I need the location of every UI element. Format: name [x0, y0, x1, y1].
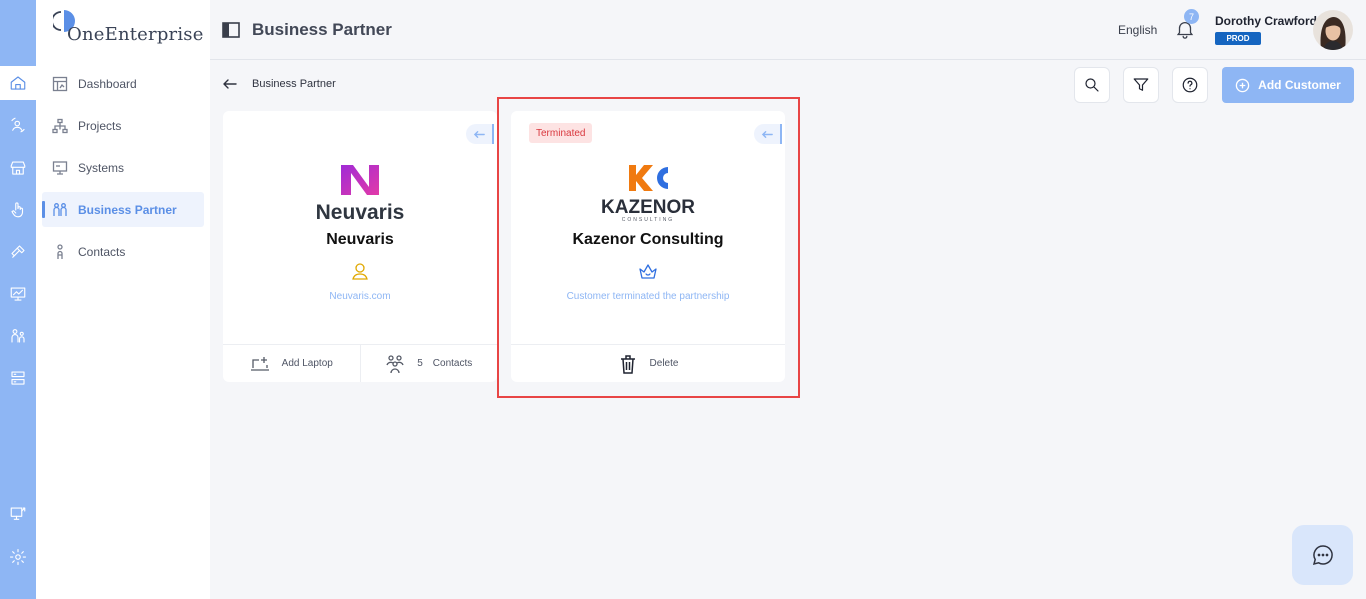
sidebar-item-label: Projects — [78, 118, 122, 133]
add-customer-button[interactable]: Add Customer — [1222, 67, 1354, 103]
environment-badge: PROD — [1215, 32, 1261, 45]
company-logo: KAZENOR CONSULTING — [511, 161, 785, 223]
help-button[interactable] — [1172, 67, 1208, 103]
dashboard-icon — [52, 76, 68, 91]
sidebar: OneEnterprise Dashboard Projects Systems… — [36, 0, 210, 599]
sidebar-item-contacts[interactable]: Contacts — [42, 234, 204, 269]
remote-desktop-icon — [10, 507, 26, 520]
sidebar-item-label: Systems — [78, 160, 125, 175]
laptop-add-icon — [250, 356, 269, 371]
brand-logo[interactable]: OneEnterprise — [53, 10, 203, 50]
server-icon — [11, 371, 25, 385]
home-icon — [10, 76, 26, 90]
partners-icon — [53, 202, 67, 216]
search-icon — [1085, 78, 1099, 92]
user-sync-icon — [11, 117, 25, 133]
neuvaris-logo-mark: Neuvaris — [316, 165, 405, 224]
sidebar-toggle-icon[interactable] — [222, 22, 240, 38]
systems-icon — [52, 160, 68, 175]
rail-servers-button[interactable] — [0, 361, 36, 395]
chat-button[interactable] — [1292, 525, 1353, 585]
search-button[interactable] — [1074, 67, 1110, 103]
delete-label: Delete — [649, 358, 679, 369]
logo-wordmark: Neuvaris — [316, 201, 405, 223]
people-icon — [11, 329, 25, 343]
person-icon — [57, 243, 63, 259]
trash-icon — [620, 354, 635, 374]
rail-customers-button[interactable] — [0, 108, 36, 142]
crown-icon — [639, 264, 657, 279]
card-collapse-button[interactable] — [466, 124, 494, 144]
rail-touch-button[interactable] — [0, 193, 36, 227]
rail-people-button[interactable] — [0, 319, 36, 353]
sidebar-item-systems[interactable]: Systems — [42, 150, 204, 185]
avatar[interactable] — [1313, 10, 1353, 50]
company-website[interactable]: Neuvaris.com — [223, 291, 497, 302]
store-icon — [10, 161, 26, 175]
add-customer-label: Add Customer — [1258, 78, 1341, 92]
arrow-left-icon — [761, 130, 773, 138]
sidebar-item-business-partner[interactable]: Business Partner — [42, 192, 204, 227]
rail-store-button[interactable] — [0, 151, 36, 185]
sidebar-item-label: Business Partner — [78, 202, 177, 217]
card-collapse-button[interactable] — [754, 124, 782, 144]
rail-home-button[interactable] — [0, 66, 36, 100]
company-logo: Neuvaris — [223, 161, 497, 224]
top-header: Business Partner English 7 Dorothy Crawf… — [210, 0, 1366, 60]
page-title: Business Partner — [252, 20, 392, 39]
help-icon — [1182, 77, 1198, 93]
termination-reason: Customer terminated the partnership — [566, 291, 730, 302]
language-selector[interactable]: English — [1118, 23, 1157, 37]
avatar-photo — [1313, 10, 1353, 50]
user-icon — [352, 263, 368, 280]
card-footer: Delete — [511, 344, 785, 382]
partner-card-neuvaris[interactable]: Neuvaris Neuvaris Neuvaris.com Add Lapto… — [223, 111, 497, 382]
company-name: Neuvaris — [326, 231, 394, 248]
status-badge: Terminated — [529, 123, 593, 143]
logo-wordmark: KAZENOR — [601, 197, 695, 218]
contacts-count: 5 — [417, 358, 423, 369]
rail-remote-button[interactable] — [0, 497, 36, 531]
group-icon — [386, 354, 404, 373]
add-laptop-label: Add Laptop — [281, 358, 333, 369]
partner-card-kazenor[interactable]: Terminated KAZENOR CONSULTING Kazenor Co… — [511, 111, 785, 382]
icon-rail — [0, 0, 36, 599]
sidebar-item-label: Dashboard — [78, 76, 137, 91]
logo-subtext: CONSULTING — [622, 217, 674, 223]
rail-tools-button[interactable] — [0, 235, 36, 269]
hierarchy-icon — [52, 118, 68, 133]
chat-bubble-icon — [1312, 545, 1333, 566]
arrow-left-icon — [473, 130, 485, 138]
delete-button[interactable]: Delete — [511, 345, 785, 382]
filter-button[interactable] — [1123, 67, 1159, 103]
rail-analytics-button[interactable] — [0, 277, 36, 311]
add-laptop-button[interactable]: Add Laptop — [223, 345, 360, 382]
hand-pointer-icon — [11, 202, 24, 218]
contacts-button[interactable]: 5 Contacts — [359, 345, 498, 382]
filter-icon — [1133, 78, 1149, 91]
user-name: Dorothy Crawford — [1215, 14, 1317, 28]
sidebar-item-projects[interactable]: Projects — [42, 108, 204, 143]
card-footer: Add Laptop 5 Contacts — [223, 344, 497, 382]
notification-badge: 7 — [1184, 9, 1199, 24]
hammer-icon — [11, 245, 25, 258]
breadcrumb: Business Partner — [252, 78, 336, 90]
kazenor-logo-mark: KAZENOR CONSULTING — [601, 165, 695, 223]
brand-name: OneEnterprise — [67, 24, 204, 45]
sidebar-item-dashboard[interactable]: Dashboard — [42, 66, 204, 101]
gear-icon — [9, 548, 27, 566]
sidebar-item-label: Contacts — [78, 244, 126, 259]
contacts-label: Contacts — [432, 358, 473, 369]
back-arrow-icon[interactable] — [222, 76, 238, 92]
rail-settings-button[interactable] — [0, 540, 36, 574]
plus-circle-icon — [1235, 78, 1250, 92]
company-name: Kazenor Consulting — [572, 231, 724, 248]
monitor-chart-icon — [10, 287, 26, 301]
